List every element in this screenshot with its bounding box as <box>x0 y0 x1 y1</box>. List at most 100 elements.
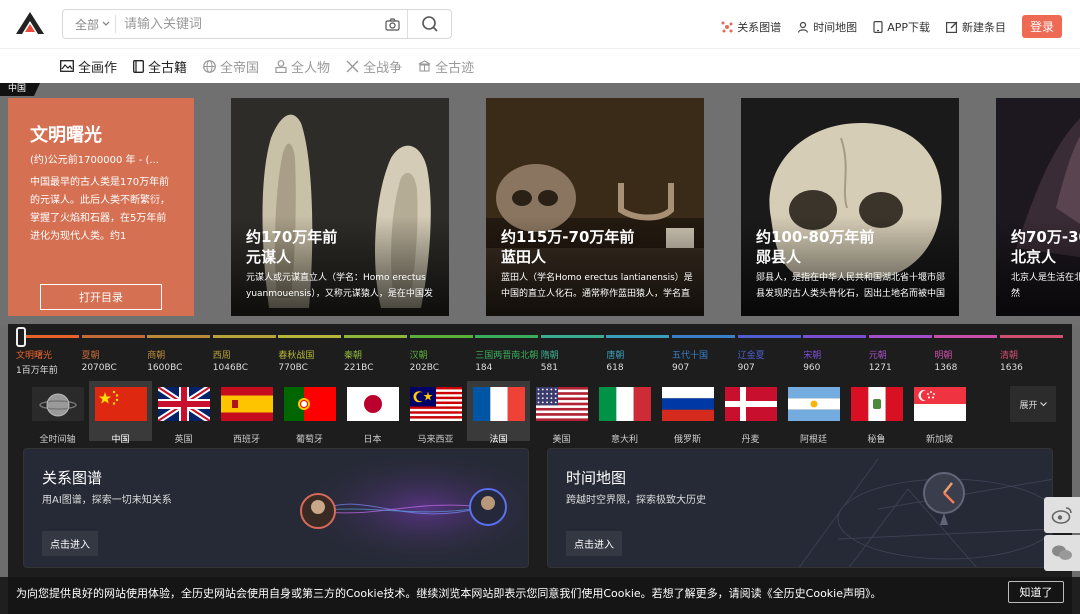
country-ar[interactable]: 阿根廷 <box>782 381 845 445</box>
nav-time-map[interactable]: 时间地图 <box>797 19 857 35</box>
country-it[interactable]: 意大利 <box>593 381 656 445</box>
era-year: 1368 <box>934 363 958 373</box>
era-color-bar <box>540 335 604 338</box>
nav-new-entry-label: 新建条目 <box>961 20 1006 34</box>
card-name: 北京人 <box>1011 248 1057 266</box>
timeline-era[interactable]: 春秋战国 770BC <box>278 335 342 373</box>
weibo-icon[interactable] <box>1044 497 1080 533</box>
enter-button[interactable]: 点击进入 <box>566 531 622 556</box>
tab-wars[interactable]: 全战争 <box>346 57 402 76</box>
country-name: 中国 <box>111 435 130 445</box>
timeline-era[interactable]: 明朝 1368 <box>934 335 998 373</box>
country-cn[interactable]: 中国 <box>89 381 152 445</box>
country-gb[interactable]: 英国 <box>152 381 215 445</box>
login-button[interactable]: 登录 <box>1021 15 1062 38</box>
era-name: 宋朝 <box>803 351 822 361</box>
country-pt[interactable]: 葡萄牙 <box>278 381 341 445</box>
open-catalog-button[interactable]: 打开目录 <box>40 284 162 310</box>
tab-empires-label: 全帝国 <box>220 60 260 76</box>
nav-app-download[interactable]: APP下载 <box>873 19 930 35</box>
country-pe[interactable]: 秘鲁 <box>845 381 908 445</box>
timeline-slider-handle[interactable] <box>16 327 26 347</box>
country-jp[interactable]: 日本 <box>341 381 404 445</box>
timeline-era[interactable]: 清朝 1636 <box>1000 335 1063 373</box>
camera-icon[interactable] <box>377 10 407 38</box>
flag-fr-icon <box>472 387 525 425</box>
timeline-era[interactable]: 三国两晋南北朝 184 <box>475 335 538 373</box>
era-color-bar <box>868 335 932 338</box>
nav-new-entry[interactable]: 新建条目 <box>945 19 1006 35</box>
era-year: 202BC <box>409 363 440 373</box>
timeline-era[interactable]: 五代十国 907 <box>672 335 735 373</box>
painting-icon <box>60 60 74 72</box>
country-name: 葡萄牙 <box>295 435 323 445</box>
tab-empires[interactable]: 全帝国 <box>203 57 259 76</box>
timeline-era[interactable]: 西周 1046BC <box>212 335 276 373</box>
hero-card[interactable]: 约100-80万年前 郧县人 郧县人，是指在中华人民共和国湖北省十堰市郧县发现的… <box>741 98 959 316</box>
era-name: 汉朝 <box>409 351 428 361</box>
search-button[interactable] <box>407 10 451 38</box>
card-description: 北京人是生活在北京周口店的直立人，会使用天然 <box>1011 273 1080 299</box>
tab-landmarks[interactable]: 全古迹 <box>418 57 474 76</box>
top-header: 全部 关系图谱 时间地图 APP下载 新建条目 登录 <box>0 0 1080 48</box>
timeline-era[interactable]: 辽金夏 907 <box>737 335 801 373</box>
enter-button[interactable]: 点击进入 <box>42 531 98 556</box>
wechat-icon[interactable] <box>1044 535 1080 571</box>
search-input[interactable] <box>124 16 377 32</box>
flag-ar-icon <box>787 387 840 425</box>
timeline-era[interactable]: 夏朝 2070BC <box>81 335 145 373</box>
era-year: 907 <box>672 363 690 373</box>
hero-card[interactable]: 约115万-70万年前 蓝田人 蓝田人（学名Homo erectus lanti… <box>486 98 704 316</box>
era-name: 清朝 <box>1000 351 1019 361</box>
swords-icon <box>346 60 359 72</box>
search-category-select[interactable]: 全部 <box>63 16 115 33</box>
flag-it-icon <box>598 387 651 425</box>
timeline-era[interactable]: 汉朝 202BC <box>409 335 473 373</box>
card-date: 约100-80万年前 <box>756 228 875 246</box>
cookie-accept-button[interactable]: 知道了 <box>1008 581 1064 603</box>
timeline-era[interactable]: 隋朝 581 <box>540 335 604 373</box>
era-year: 184 <box>475 363 493 373</box>
era-year: 1600BC <box>147 363 183 373</box>
hero-card[interactable]: 约70万-30 北京人 北京人是生活在北京周口店的直立人，会使用天然 <box>996 98 1080 316</box>
era-year: 1636 <box>1000 363 1023 373</box>
timeline-panel: 文明曙光 1百万年前 夏朝 2070BC 商朝 1600BC 西周 1046BC 春秋战国 770… <box>8 324 1072 614</box>
era-name: 辽金夏 <box>737 351 765 361</box>
era-name: 三国两晋南北朝 <box>475 351 539 361</box>
flag-es-icon <box>220 387 273 425</box>
timeline-era[interactable]: 宋朝 960 <box>803 335 867 373</box>
timeline-era[interactable]: 秦朝 221BC <box>344 335 407 373</box>
feature-title: 关系图谱 <box>42 469 103 487</box>
hero-card[interactable]: 约170万年前 元谋人 元谋人或元谋直立人（学名：Homo erectus yu… <box>231 98 449 316</box>
timeline-era[interactable]: 元朝 1271 <box>868 335 932 373</box>
tab-paintings[interactable]: 全画作 <box>60 57 117 76</box>
nav-time-map-label: 时间地图 <box>813 20 858 34</box>
country-fr[interactable]: 法国 <box>467 381 530 445</box>
era-color-bar <box>1000 335 1063 338</box>
flag-gb-icon <box>155 384 212 425</box>
era-description: 中国最早的古人类是170万年前的元谋人。此后人类不断繁衍，掌握了火焰和石器，在5… <box>30 177 170 242</box>
timeline-era[interactable]: 唐朝 618 <box>606 335 670 373</box>
card-date: 约170万年前 <box>246 228 338 246</box>
feature-time-map[interactable]: 时间地图 跨越时空界限，探索极致大历史 点击进入 <box>547 448 1053 568</box>
era-color-bar <box>934 335 998 338</box>
tab-ancient-books[interactable]: 全古籍 <box>133 57 187 76</box>
nav-relationship-graph[interactable]: 关系图谱 <box>721 19 781 35</box>
country-es[interactable]: 西班牙 <box>215 381 278 445</box>
country-my[interactable]: 马来西亚 <box>404 381 467 445</box>
tab-people[interactable]: 全人物 <box>275 57 330 76</box>
feature-relationship-graph[interactable]: 关系图谱 用AI图谱，探索一切未知关系 点击进入 <box>23 448 529 568</box>
expand-countries-button[interactable]: 展开 <box>1010 386 1056 422</box>
timeline-era[interactable]: 商朝 1600BC <box>147 335 211 373</box>
country-name: 意大利 <box>610 435 638 445</box>
era-year: 618 <box>606 363 624 373</box>
country-dk[interactable]: 丹麦 <box>719 381 782 445</box>
tab-ancient-books-label: 全古籍 <box>148 60 188 76</box>
globe-icon <box>203 59 216 73</box>
country-ru[interactable]: 俄罗斯 <box>656 381 719 445</box>
era-year: 1046BC <box>212 363 249 373</box>
country-globe[interactable]: 全时间轴 <box>26 381 89 445</box>
country-sg[interactable]: 新加坡 <box>908 381 971 445</box>
country-us[interactable]: 美国 <box>530 381 593 445</box>
site-logo-icon[interactable] <box>14 10 46 36</box>
